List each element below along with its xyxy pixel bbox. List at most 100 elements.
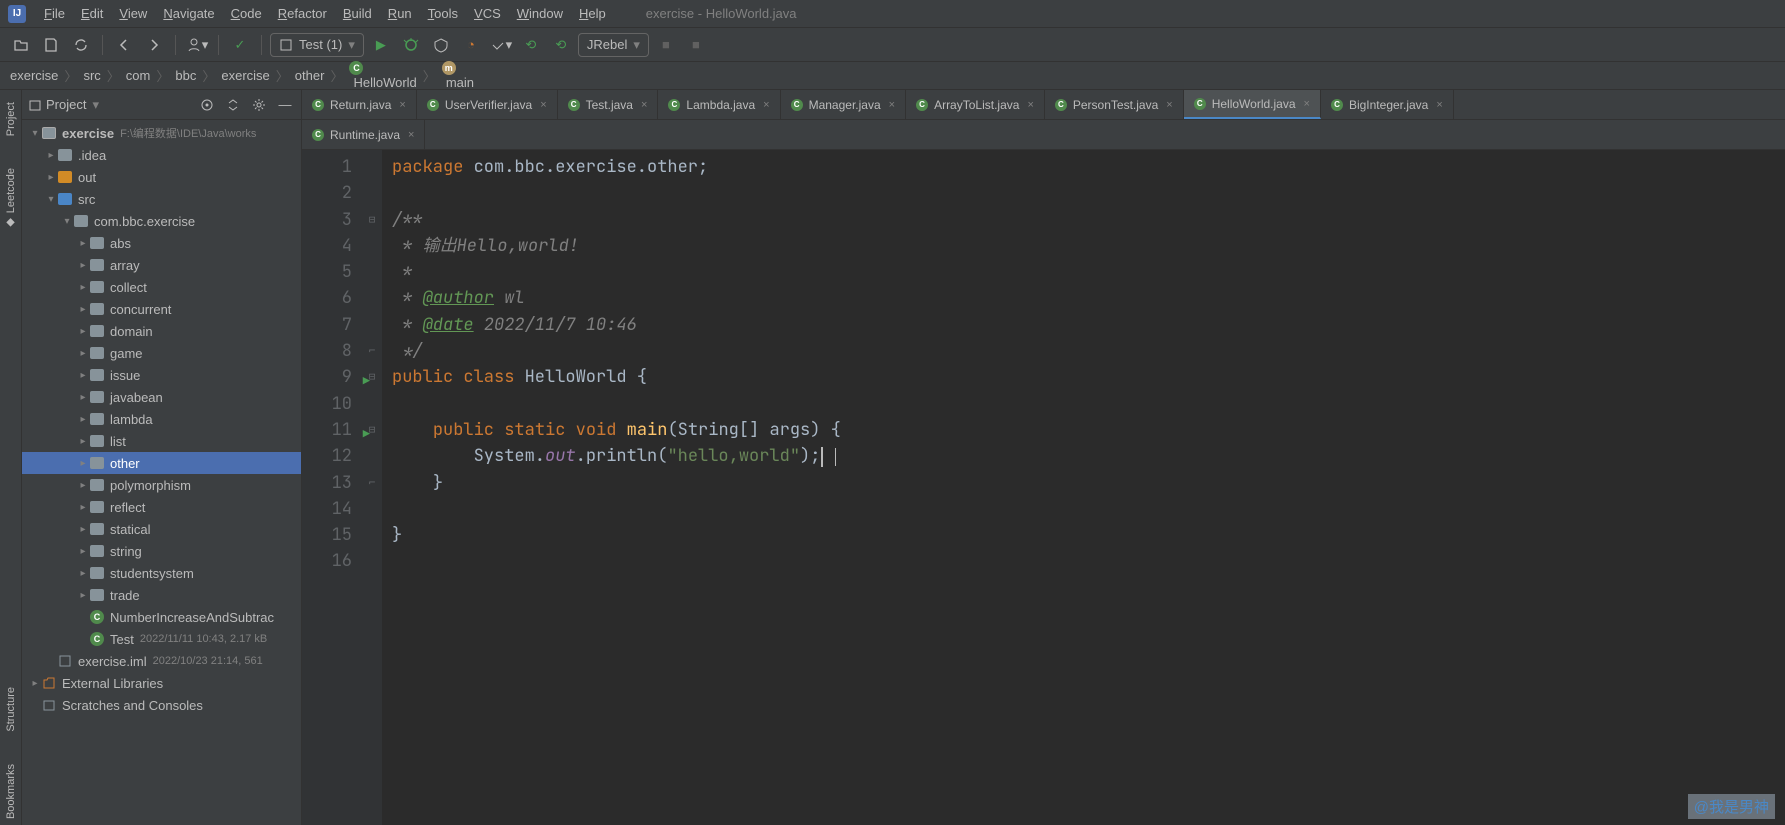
- tab-BigInteger-java[interactable]: CBigInteger.java×: [1321, 90, 1454, 119]
- tree-reflect[interactable]: reflect: [22, 496, 301, 518]
- coverage-icon[interactable]: [428, 32, 454, 58]
- sidetab-bookmarks[interactable]: Bookmarks: [5, 758, 17, 825]
- crumb-bbc[interactable]: bbc: [175, 68, 196, 83]
- tree-lambda[interactable]: lambda: [22, 408, 301, 430]
- sidetab-leetcode[interactable]: ◆ Leetcode: [4, 162, 17, 235]
- forward-icon[interactable]: [141, 32, 167, 58]
- profile-icon[interactable]: ◔: [458, 32, 484, 58]
- tab-Runtime-java[interactable]: CRuntime.java×: [302, 120, 425, 149]
- tree-abs[interactable]: abs: [22, 232, 301, 254]
- project-tree[interactable]: exerciseF:\编程数据\IDE\Java\works.ideaoutsr…: [22, 120, 301, 825]
- tree-game[interactable]: game: [22, 342, 301, 364]
- tree-polymorphism[interactable]: polymorphism: [22, 474, 301, 496]
- close-icon[interactable]: ×: [763, 99, 769, 111]
- tree-pkg[interactable]: com.bbc.exercise: [22, 210, 301, 232]
- tree-string[interactable]: string: [22, 540, 301, 562]
- tab-Lambda-java[interactable]: CLambda.java×: [658, 90, 780, 119]
- menu-view[interactable]: View: [113, 4, 153, 23]
- crumb-other[interactable]: other: [295, 68, 325, 83]
- tree-array[interactable]: array: [22, 254, 301, 276]
- tab-Test-java[interactable]: CTest.java×: [558, 90, 659, 119]
- attach-icon[interactable]: ▾: [488, 32, 514, 58]
- close-icon[interactable]: ×: [408, 129, 414, 141]
- crumb-src[interactable]: src: [83, 68, 100, 83]
- menu-navigate[interactable]: Navigate: [157, 4, 220, 23]
- menu-window[interactable]: Window: [511, 4, 569, 23]
- tree-domain[interactable]: domain: [22, 320, 301, 342]
- crumb-exercise[interactable]: exercise: [10, 68, 58, 83]
- tree-src[interactable]: src: [22, 188, 301, 210]
- close-icon[interactable]: ×: [1027, 99, 1033, 111]
- tree-trade[interactable]: trade: [22, 584, 301, 606]
- tree-out[interactable]: out: [22, 166, 301, 188]
- tab-HelloWorld-java[interactable]: CHelloWorld.java×: [1184, 90, 1321, 119]
- menu-run[interactable]: Run: [382, 4, 418, 23]
- crumb-main[interactable]: mmain: [442, 61, 474, 90]
- tab-PersonTest-java[interactable]: CPersonTest.java×: [1045, 90, 1184, 119]
- close-icon[interactable]: ×: [399, 99, 405, 111]
- tree-studentsystem[interactable]: studentsystem: [22, 562, 301, 584]
- menu-file[interactable]: File: [38, 4, 71, 23]
- back-icon[interactable]: [111, 32, 137, 58]
- close-icon[interactable]: ×: [889, 99, 895, 111]
- expand-all-icon[interactable]: [223, 95, 243, 115]
- tree-other[interactable]: other: [22, 452, 301, 474]
- menu-help[interactable]: Help: [573, 4, 612, 23]
- tree-numberincrease[interactable]: CNumberIncreaseAndSubtrac: [22, 606, 301, 628]
- code-editor[interactable]: 123456789▶1011▶1213141516 ⊟⌐⊟⊟⌐ package …: [302, 150, 1785, 825]
- tree-iml[interactable]: exercise.iml2022/10/23 21:14, 561: [22, 650, 301, 672]
- tree-statical[interactable]: statical: [22, 518, 301, 540]
- jrebel-dropdown[interactable]: JRebel ▾: [578, 33, 649, 57]
- run-icon[interactable]: ▶: [368, 32, 394, 58]
- menu-refactor[interactable]: Refactor: [272, 4, 333, 23]
- debug-icon[interactable]: [398, 32, 424, 58]
- crumb-HelloWorld[interactable]: CHelloWorld: [349, 61, 416, 90]
- menu-code[interactable]: Code: [225, 4, 268, 23]
- select-opened-icon[interactable]: [197, 95, 217, 115]
- menu-build[interactable]: Build: [337, 4, 378, 23]
- project-panel-title[interactable]: Project ▾: [28, 97, 191, 113]
- close-icon[interactable]: ×: [540, 99, 546, 111]
- tree-extlib[interactable]: External Libraries: [22, 672, 301, 694]
- sidetab-project[interactable]: Project: [5, 96, 17, 142]
- tree-scratches[interactable]: Scratches and Consoles: [22, 694, 301, 716]
- tab-UserVerifier-java[interactable]: CUserVerifier.java×: [417, 90, 558, 119]
- run-config-dropdown[interactable]: Test (1) ▾: [270, 33, 364, 57]
- code-content[interactable]: package com.bbc.exercise.other; /** * 输出…: [382, 150, 1785, 825]
- stop-icon[interactable]: ■: [653, 32, 679, 58]
- crumb-com[interactable]: com: [126, 68, 151, 83]
- editor-tabs-row-1: CReturn.java×CUserVerifier.java×CTest.ja…: [302, 90, 1785, 120]
- crumb-exercise[interactable]: exercise: [221, 68, 269, 83]
- close-icon[interactable]: ×: [1166, 99, 1172, 111]
- breadcrumb-bar: exercise〉src〉com〉bbc〉exercise〉other〉CHel…: [0, 62, 1785, 90]
- tree-issue[interactable]: issue: [22, 364, 301, 386]
- tree-list[interactable]: list: [22, 430, 301, 452]
- secondary-cursor: [835, 448, 836, 466]
- sidetab-structure[interactable]: Structure: [5, 681, 17, 738]
- tree-javabean[interactable]: javabean: [22, 386, 301, 408]
- menu-tools[interactable]: Tools: [422, 4, 464, 23]
- tree-test[interactable]: CTest2022/11/11 10:43, 2.17 kB: [22, 628, 301, 650]
- jrebel-run-icon[interactable]: ⟲: [518, 32, 544, 58]
- hide-icon[interactable]: —: [275, 95, 295, 115]
- open-icon[interactable]: [8, 32, 34, 58]
- avatar-icon[interactable]: ▾: [184, 32, 210, 58]
- menu-edit[interactable]: Edit: [75, 4, 109, 23]
- tab-Manager-java[interactable]: CManager.java×: [781, 90, 906, 119]
- tree-collect[interactable]: collect: [22, 276, 301, 298]
- sync-icon[interactable]: [68, 32, 94, 58]
- menu-vcs[interactable]: VCS: [468, 4, 507, 23]
- vcs-update-icon[interactable]: ✓: [227, 32, 253, 58]
- tab-Return-java[interactable]: CReturn.java×: [302, 90, 417, 119]
- close-icon[interactable]: ×: [641, 99, 647, 111]
- jrebel-debug-icon[interactable]: ⟲: [548, 32, 574, 58]
- close-icon[interactable]: ×: [1436, 99, 1442, 111]
- tree-concurrent[interactable]: concurrent: [22, 298, 301, 320]
- gear-icon[interactable]: [249, 95, 269, 115]
- tree-idea[interactable]: .idea: [22, 144, 301, 166]
- save-icon[interactable]: [38, 32, 64, 58]
- close-icon[interactable]: ×: [1304, 98, 1310, 110]
- tab-ArrayToList-java[interactable]: CArrayToList.java×: [906, 90, 1045, 119]
- stop2-icon[interactable]: ■: [683, 32, 709, 58]
- tree-root[interactable]: exerciseF:\编程数据\IDE\Java\works: [22, 122, 301, 144]
